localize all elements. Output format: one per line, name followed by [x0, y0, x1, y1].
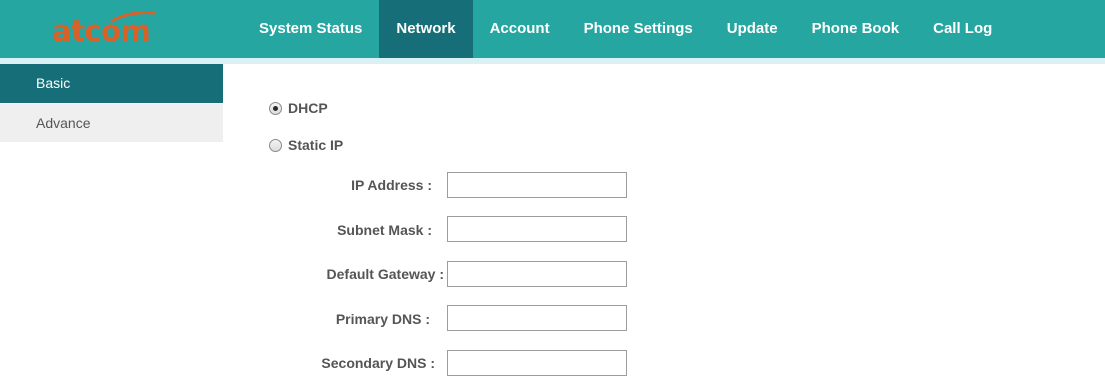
nav-account[interactable]: Account	[473, 0, 567, 58]
primary-dns-input[interactable]	[447, 305, 627, 331]
primary-dns-label: Primary DNS :	[335, 311, 430, 327]
sidebar: Basic Advance	[0, 64, 223, 385]
default-gateway-label: Default Gateway :	[326, 266, 444, 282]
ip-address-input[interactable]	[447, 172, 627, 198]
nav-phone-book[interactable]: Phone Book	[795, 0, 917, 58]
nav-system-status[interactable]: System Status	[242, 0, 379, 58]
dhcp-option[interactable]: DHCP	[269, 100, 328, 116]
static-ip-label: Static IP	[288, 137, 344, 153]
subnet-mask-input[interactable]	[447, 216, 627, 242]
nav-update[interactable]: Update	[710, 0, 795, 58]
sidebar-item-advance[interactable]: Advance	[0, 103, 223, 142]
static-ip-radio[interactable]	[269, 138, 282, 152]
top-navigation-bar: atcom System Status Network Account Phon…	[0, 0, 1105, 58]
network-basic-panel: DHCP Static IP IP Address : Subnet Mask …	[223, 64, 1105, 385]
subnet-mask-label: Subnet Mask :	[337, 222, 432, 238]
nav-call-log[interactable]: Call Log	[916, 0, 1009, 58]
nav-network[interactable]: Network	[379, 0, 473, 58]
main-nav: System Status Network Account Phone Sett…	[242, 0, 1009, 58]
dhcp-label: DHCP	[288, 100, 328, 116]
atcom-logo: atcom	[52, 10, 156, 50]
default-gateway-input[interactable]	[447, 261, 627, 287]
sidebar-item-basic[interactable]: Basic	[0, 64, 223, 103]
logo-swoosh-icon	[110, 11, 156, 23]
static-ip-option[interactable]: Static IP	[269, 137, 343, 153]
secondary-dns-input[interactable]	[447, 350, 627, 376]
ip-address-label: IP Address :	[351, 177, 432, 193]
nav-phone-settings[interactable]: Phone Settings	[567, 0, 710, 58]
secondary-dns-label: Secondary DNS :	[321, 355, 435, 371]
dhcp-radio[interactable]	[269, 101, 282, 115]
